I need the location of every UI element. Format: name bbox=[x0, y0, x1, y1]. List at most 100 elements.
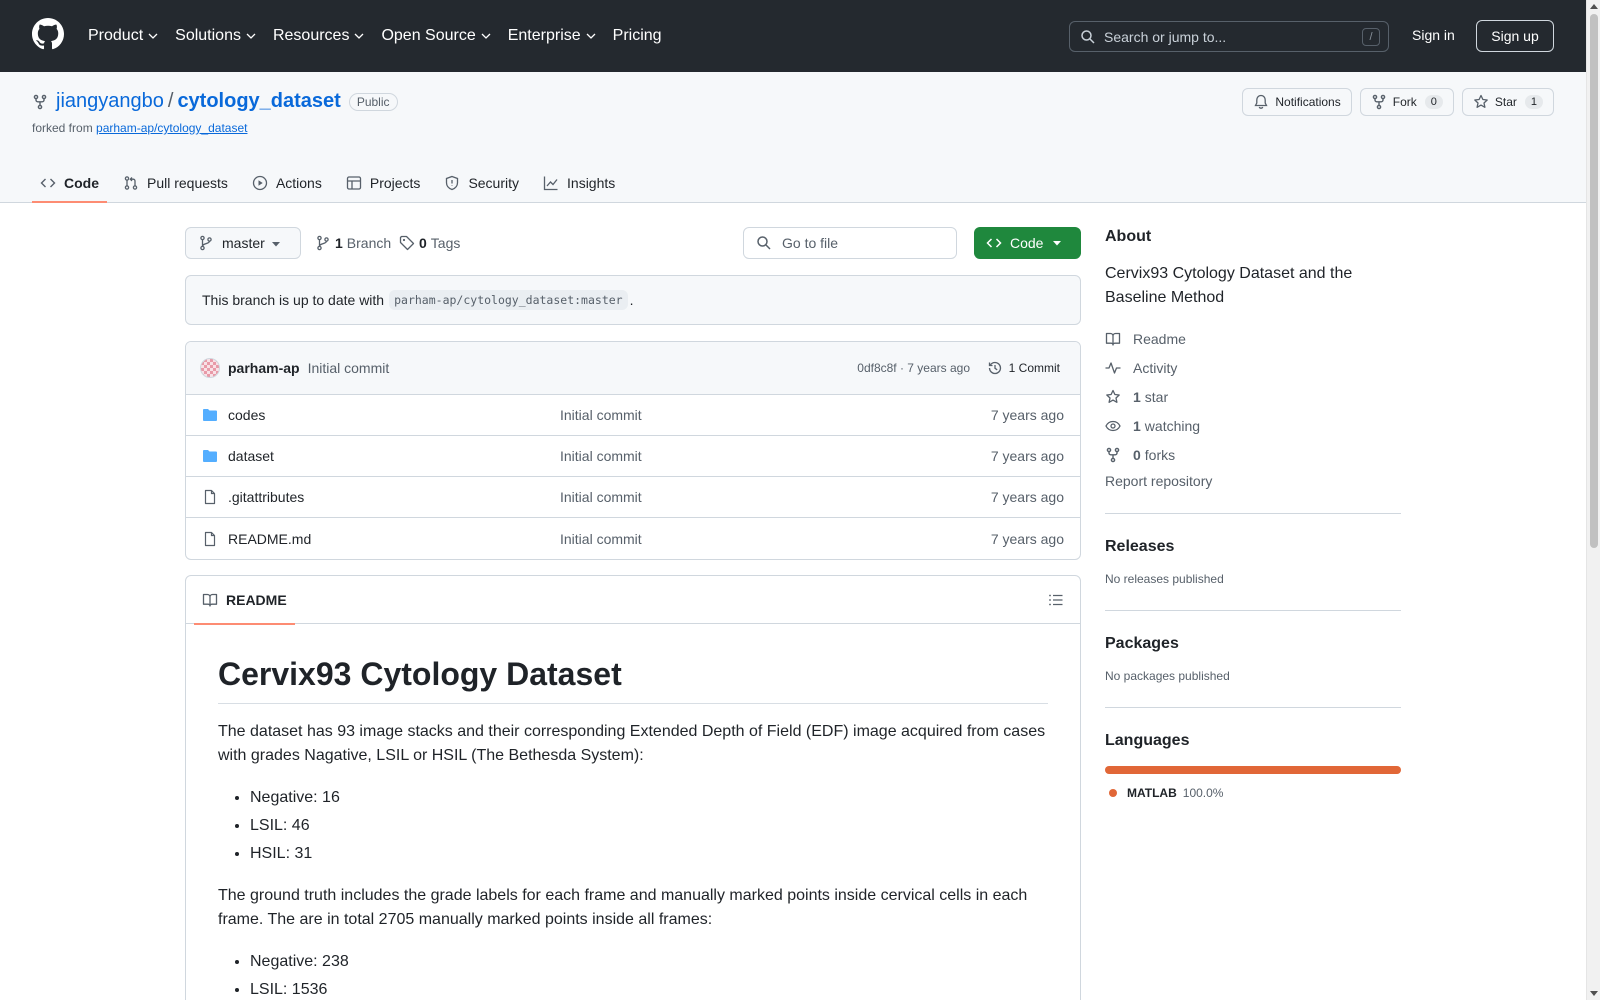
nav-pricing[interactable]: Pricing bbox=[613, 27, 662, 45]
pulse-icon bbox=[1105, 361, 1121, 374]
file-commit-message[interactable]: Initial commit bbox=[560, 407, 642, 423]
code-icon bbox=[40, 178, 56, 188]
global-nav: Product Solutions Resources Open Source … bbox=[88, 0, 678, 72]
history-icon bbox=[988, 361, 1001, 375]
branch-selector[interactable]: master bbox=[185, 227, 301, 259]
commits-link[interactable]: 1 Commit bbox=[987, 360, 1060, 376]
repo-owner-link[interactable]: jiangyangbo bbox=[56, 90, 164, 113]
file-toolbar: master 1 Branch 0 Tags Go to file Code bbox=[185, 227, 1081, 259]
file-name[interactable]: codes bbox=[228, 407, 265, 423]
tab-security[interactable]: Security bbox=[436, 164, 527, 202]
file-name[interactable]: .gitattributes bbox=[228, 489, 304, 505]
branches-link[interactable]: 1 Branch bbox=[315, 235, 391, 251]
language-item[interactable]: MATLAB 100.0% bbox=[1105, 786, 1401, 800]
tab-pull-requests[interactable]: Pull requests bbox=[115, 164, 236, 202]
star-counter: 1 bbox=[1524, 95, 1543, 109]
list-item: Negative: 238 bbox=[250, 948, 1048, 976]
go-to-file-input[interactable]: Go to file bbox=[743, 227, 957, 259]
packages-section: Packages No packages published bbox=[1105, 610, 1401, 683]
tags-link[interactable]: 0 Tags bbox=[399, 235, 460, 251]
sign-up-button[interactable]: Sign up bbox=[1476, 20, 1554, 52]
forks-link[interactable]: 0 forks bbox=[1105, 440, 1401, 469]
avatar[interactable] bbox=[200, 358, 220, 378]
fork-counter: 0 bbox=[1424, 95, 1443, 109]
tab-code[interactable]: Code bbox=[32, 164, 107, 203]
file-row[interactable]: README.md Initial commit 7 years ago bbox=[186, 518, 1080, 559]
report-repository-link[interactable]: Report repository bbox=[1105, 473, 1401, 489]
tab-readme[interactable]: README bbox=[194, 576, 295, 625]
commit-meta[interactable]: 0df8c8f · 7 years ago bbox=[857, 361, 970, 375]
star-button[interactable]: Star 1 bbox=[1461, 88, 1554, 116]
watchers-link[interactable]: 1 watching bbox=[1105, 411, 1401, 440]
list-item: HSIL: 31 bbox=[250, 840, 1048, 868]
scroll-up-arrow-icon[interactable] bbox=[1590, 4, 1598, 9]
readme-header: README bbox=[186, 576, 1080, 625]
nav-enterprise[interactable]: Enterprise bbox=[508, 27, 597, 45]
commit-message[interactable]: Initial commit bbox=[308, 360, 390, 376]
code-dropdown-button[interactable]: Code bbox=[974, 227, 1081, 259]
shield-icon bbox=[446, 175, 459, 191]
branch-status-banner: This branch is up to date with parham-ap… bbox=[185, 275, 1081, 325]
chevron-down-icon bbox=[354, 33, 364, 39]
file-name[interactable]: dataset bbox=[228, 448, 274, 464]
upstream-ref-link[interactable]: parham-ap/cytology_dataset:master bbox=[389, 290, 628, 310]
releases-heading[interactable]: Releases bbox=[1105, 538, 1401, 556]
star-icon bbox=[1474, 94, 1488, 108]
tab-projects[interactable]: Projects bbox=[338, 164, 429, 202]
nav-open-source[interactable]: Open Source bbox=[381, 27, 491, 45]
repo-forked-icon bbox=[33, 94, 47, 109]
branch-name: master bbox=[222, 235, 265, 251]
file-date: 7 years ago bbox=[990, 530, 1064, 547]
fork-button[interactable]: Fork 0 bbox=[1359, 88, 1454, 116]
file-commit-message[interactable]: Initial commit bbox=[560, 448, 642, 464]
fork-icon bbox=[1106, 447, 1120, 462]
file-row[interactable]: dataset Initial commit 7 years ago bbox=[186, 436, 1080, 477]
chevron-down-icon bbox=[148, 33, 158, 39]
repo-name-link[interactable]: cytology_dataset bbox=[177, 90, 340, 113]
search-input[interactable]: Search or jump to... / bbox=[1069, 21, 1389, 52]
packages-empty-text: No packages published bbox=[1105, 669, 1230, 683]
scroll-down-arrow-icon[interactable] bbox=[1590, 991, 1598, 996]
file-icon bbox=[204, 531, 216, 546]
readme-list: Negative: 238LSIL: 1536 bbox=[218, 948, 1048, 1000]
file-row[interactable]: .gitattributes Initial commit 7 years ago bbox=[186, 477, 1080, 518]
language-name: MATLAB bbox=[1127, 786, 1177, 800]
page-scrollbar[interactable] bbox=[1586, 0, 1600, 1000]
scrollbar-thumb[interactable] bbox=[1590, 14, 1598, 548]
releases-empty-text: No releases published bbox=[1105, 572, 1224, 586]
about-sidebar: About Cervix93 Cytology Dataset and the … bbox=[1105, 228, 1401, 800]
language-color-dot bbox=[1109, 789, 1117, 797]
repo-title: jiangyangbo / cytology_dataset Public bbox=[32, 90, 398, 113]
nav-solutions[interactable]: Solutions bbox=[175, 27, 257, 45]
search-icon bbox=[757, 236, 771, 250]
forked-from: forked from parham-ap/cytology_dataset bbox=[32, 121, 248, 135]
nav-resources[interactable]: Resources bbox=[273, 27, 365, 45]
bell-icon bbox=[1254, 94, 1268, 109]
notifications-button[interactable]: Notifications bbox=[1242, 88, 1352, 116]
github-logo-icon[interactable] bbox=[32, 18, 64, 50]
nav-product[interactable]: Product bbox=[88, 27, 159, 45]
forked-from-link[interactable]: parham-ap/cytology_dataset bbox=[96, 121, 247, 135]
file-row[interactable]: codes Initial commit 7 years ago bbox=[186, 395, 1080, 436]
chevron-down-icon bbox=[246, 33, 256, 39]
readme-link[interactable]: Readme bbox=[1105, 324, 1401, 353]
branch-icon bbox=[317, 235, 329, 251]
file-name[interactable]: README.md bbox=[228, 531, 311, 547]
language-bar bbox=[1105, 766, 1401, 774]
list-item: Negative: 16 bbox=[250, 784, 1048, 812]
commit-author[interactable]: parham-ap bbox=[228, 360, 300, 376]
tab-insights[interactable]: Insights bbox=[535, 164, 623, 202]
tab-actions[interactable]: Actions bbox=[244, 164, 330, 202]
file-browser: parham-ap Initial commit 0df8c8f · 7 yea… bbox=[185, 341, 1081, 560]
readme-body: Cervix93 Cytology Dataset The dataset ha… bbox=[186, 624, 1080, 1000]
repo-actions: Notifications Fork 0 Star 1 bbox=[1242, 88, 1554, 116]
activity-link[interactable]: Activity bbox=[1105, 353, 1401, 382]
readme-title: Cervix93 Cytology Dataset bbox=[218, 656, 1048, 704]
file-commit-message[interactable]: Initial commit bbox=[560, 489, 642, 505]
repo-description: Cervix93 Cytology Dataset and the Baseli… bbox=[1105, 265, 1353, 306]
stars-link[interactable]: 1 star bbox=[1105, 382, 1401, 411]
packages-heading[interactable]: Packages bbox=[1105, 635, 1401, 653]
list-outline-icon[interactable] bbox=[1048, 592, 1064, 608]
file-commit-message[interactable]: Initial commit bbox=[560, 531, 642, 547]
sign-in-link[interactable]: Sign in bbox=[1412, 27, 1455, 43]
